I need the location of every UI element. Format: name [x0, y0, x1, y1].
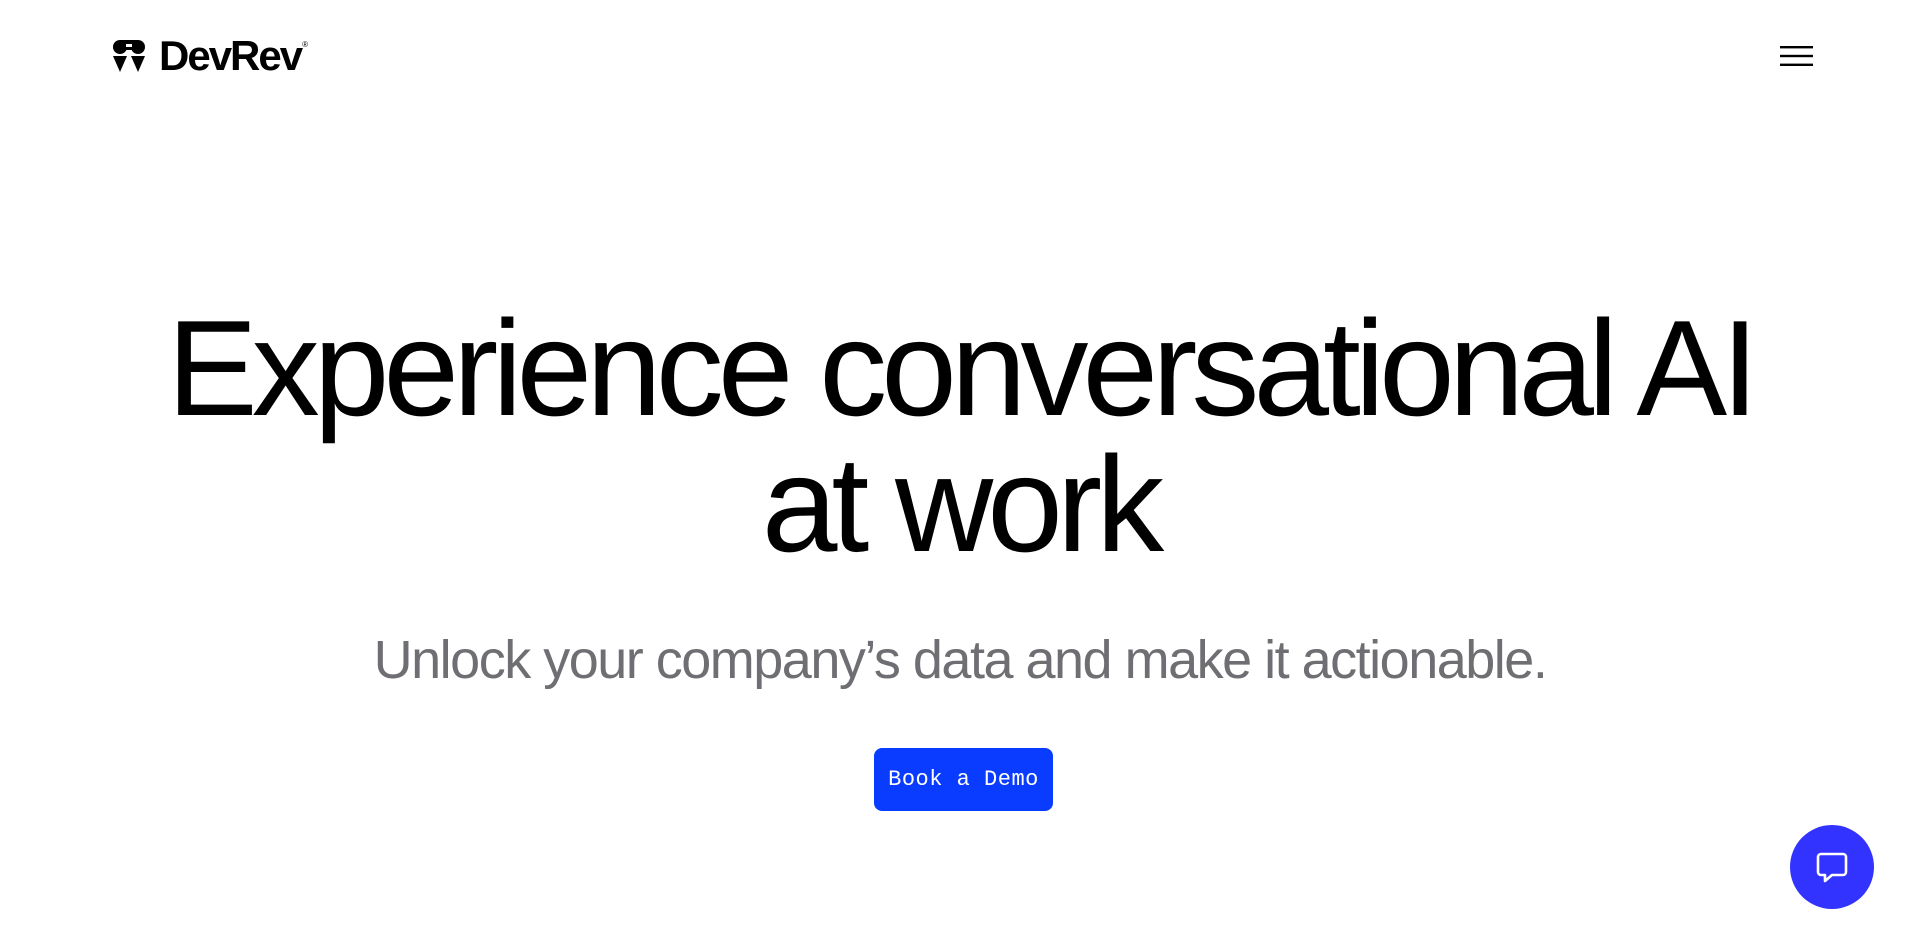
hamburger-menu-button[interactable] — [1777, 40, 1817, 72]
book-demo-button[interactable]: Book a Demo — [874, 748, 1053, 811]
chat-bubble-icon — [1816, 852, 1848, 883]
hero-subtitle: Unlock your company’s data and make it a… — [373, 630, 1548, 690]
logo-wordmark: DevRev — [159, 32, 303, 79]
devrev-logo[interactable]: DevRev ® — [111, 32, 309, 79]
hero-title-line-2: at work — [761, 428, 1164, 580]
registered-mark: ® — [302, 39, 309, 49]
page: DevRev ® Experience conversational AI at… — [0, 0, 1920, 941]
hamburger-menu-icon — [1780, 46, 1813, 66]
hero-title-line-1: Experience conversational AI — [167, 292, 1759, 444]
devrev-mark-icon — [113, 40, 145, 72]
hero-title: Experience conversational AI at work — [0, 300, 1920, 572]
site-header: DevRev ® — [0, 0, 1920, 112]
chat-widget-button[interactable] — [1790, 825, 1874, 909]
